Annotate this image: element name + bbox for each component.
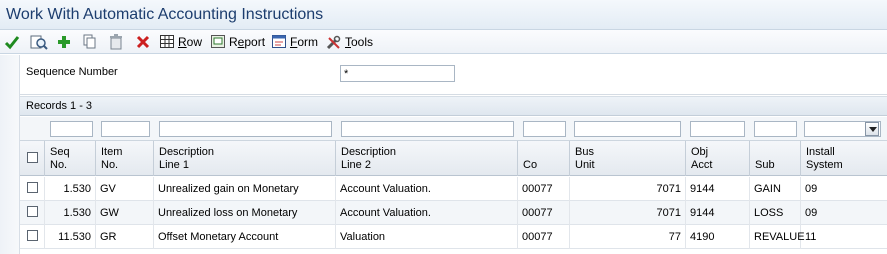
qbe-obj-input[interactable] [690, 121, 745, 137]
left-rail [0, 55, 20, 254]
desc1-cell: Unrealized gain on Monetary [158, 183, 299, 195]
obj-cell: 9144 [690, 207, 715, 219]
co-cell: 00077 [522, 183, 553, 195]
item-cell: GW [100, 207, 119, 219]
qbe-item-input[interactable] [101, 121, 150, 137]
qbe-desc1-input[interactable] [159, 121, 332, 137]
item-cell: GV [100, 183, 116, 195]
sys-cell: 09 [805, 207, 818, 219]
row-checkbox[interactable] [27, 182, 38, 193]
report-menu[interactable]: Report [211, 32, 265, 52]
form-icon [272, 35, 287, 49]
bu-cell: 7071 [656, 183, 681, 195]
qbe-co-input[interactable] [523, 121, 566, 137]
add-button[interactable] [57, 32, 71, 52]
row-checkbox[interactable] [27, 206, 38, 217]
bu-cell: 77 [668, 231, 681, 243]
find-icon [30, 34, 48, 50]
grid-header: Records 1 - 3 [20, 96, 887, 116]
seq-cell: 1.530 [63, 207, 91, 219]
col-desc2[interactable]: Description Line 2 [336, 141, 518, 176]
plus-icon [57, 35, 71, 49]
tools-icon [326, 35, 342, 50]
desc1-cell: Offset Monetary Account [158, 231, 279, 243]
col-item[interactable]: Item No. [96, 141, 154, 176]
trash-icon [109, 34, 123, 50]
copy-button[interactable] [83, 32, 97, 52]
desc2-cell: Valuation [340, 231, 386, 243]
delete-button[interactable] [136, 32, 150, 52]
copy-icon [83, 34, 97, 50]
row-checkbox[interactable] [27, 230, 38, 241]
grid-icon [160, 35, 175, 49]
col-install-system[interactable]: Install System [801, 141, 887, 176]
trash-button[interactable] [109, 32, 123, 52]
query-panel: Sequence Number [20, 55, 887, 95]
row-label: ow [186, 35, 203, 49]
form-menu[interactable]: Form [272, 32, 318, 52]
qbe-desc2-input[interactable] [341, 121, 514, 137]
row-accel: R [178, 35, 187, 49]
select-all-checkbox[interactable] [27, 152, 38, 163]
report-icon [211, 35, 226, 49]
seq-cell: 11.530 [58, 231, 91, 243]
sequence-number-label: Sequence Number [26, 66, 118, 78]
desc2-cell: Account Valuation. [340, 207, 431, 219]
bu-cell: 7071 [656, 207, 681, 219]
seq-cell: 1.530 [63, 183, 91, 195]
col-seq[interactable]: Seq No. [45, 141, 96, 176]
qbe-bu-input[interactable] [574, 121, 681, 137]
tools-menu[interactable]: Tools [326, 32, 373, 52]
qbe-sub-input[interactable] [754, 121, 797, 137]
find-button[interactable] [30, 32, 48, 52]
co-cell: 00077 [522, 207, 553, 219]
item-cell: GR [100, 231, 117, 243]
select-all-header [20, 141, 45, 176]
desc1-cell: Unrealized loss on Monetary [158, 207, 298, 219]
title-bar: Work With Automatic Accounting Instructi… [0, 0, 887, 30]
desc2-cell: Account Valuation. [340, 183, 431, 195]
sys-cell: 09 [805, 183, 818, 195]
table-row[interactable]: 11.530 GR Offset Monetary Account Valuat… [20, 225, 887, 249]
ok-button[interactable] [4, 32, 20, 52]
table-row[interactable]: 1.530 GW Unrealized loss on Monetary Acc… [20, 201, 887, 225]
qbe-sys-dropdown[interactable] [865, 122, 879, 136]
sub-cell: REVALUE [754, 231, 805, 243]
close-icon [136, 35, 150, 49]
window-title: Work With Automatic Accounting Instructi… [6, 6, 324, 23]
sub-cell: GAIN [754, 183, 781, 195]
column-header-row: Seq No. Item No. Description Line 1 Desc… [20, 141, 887, 176]
obj-cell: 9144 [690, 183, 715, 195]
sequence-number-input[interactable] [340, 65, 455, 82]
col-co[interactable]: Co [518, 141, 570, 176]
row-menu[interactable]: Row [160, 32, 202, 52]
query-by-example-row [20, 117, 887, 141]
col-desc1[interactable]: Description Line 1 [154, 141, 336, 176]
col-obj-acct[interactable]: Obj Acct [686, 141, 750, 176]
col-sub[interactable]: Sub [750, 141, 801, 176]
qbe-seq-input[interactable] [50, 121, 93, 137]
sys-cell: 11 [805, 231, 817, 243]
checkmark-icon [4, 34, 20, 50]
sub-cell: LOSS [754, 207, 784, 219]
records-count: Records 1 - 3 [26, 100, 93, 112]
table-row[interactable]: 1.530 GV Unrealized gain on Monetary Acc… [20, 177, 887, 201]
col-bus-unit[interactable]: Bus Unit [570, 141, 686, 176]
co-cell: 00077 [522, 231, 553, 243]
obj-cell: 4190 [690, 231, 715, 243]
toolbar: Row Report Form Tools [0, 30, 887, 54]
